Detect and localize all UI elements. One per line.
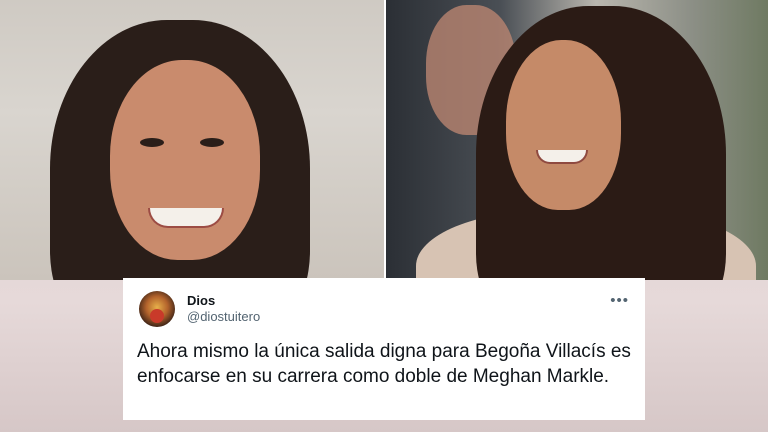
- photo-left: [0, 0, 384, 280]
- more-options-icon[interactable]: •••: [610, 292, 629, 309]
- user-handle[interactable]: @diostuitero: [187, 309, 260, 325]
- face-shape-right: [506, 40, 621, 210]
- eye-shape-left-1: [140, 138, 164, 147]
- tweet-card[interactable]: Dios @diostuitero ••• Ahora mismo la úni…: [123, 278, 645, 420]
- tweet-header: Dios @diostuitero •••: [137, 286, 631, 332]
- tweet-author: Dios @diostuitero: [187, 293, 260, 326]
- eye-shape-left-2: [200, 138, 224, 147]
- avatar[interactable]: [139, 291, 175, 327]
- display-name[interactable]: Dios: [187, 293, 260, 309]
- smile-shape-left: [148, 208, 224, 228]
- photo-right: [386, 0, 768, 280]
- smile-shape-right: [536, 150, 588, 164]
- face-shape-left: [110, 60, 260, 260]
- tweet-text: Ahora mismo la única salida digna para B…: [137, 341, 631, 387]
